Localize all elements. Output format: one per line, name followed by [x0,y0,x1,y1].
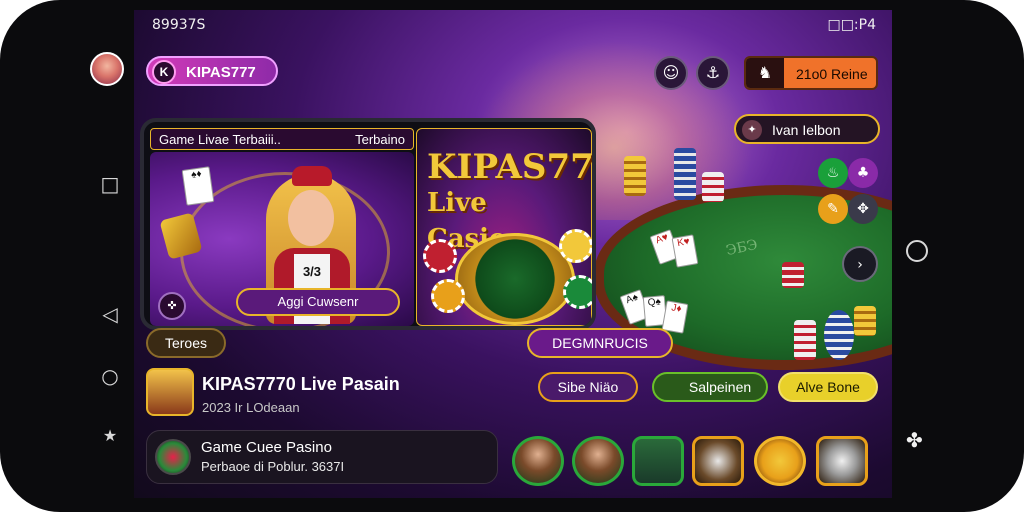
promo-title-line1: KIPAS777 [427,147,594,187]
tag-pill-c[interactable]: Alve Bone [778,372,878,402]
promo-top-bar: Game Livae Terbaiii.. Terbaino [150,128,414,150]
roulette-wheel [455,233,575,325]
playing-card: ♠♦ [181,166,215,206]
game-subtitle: 2023 Ir LOdeaan [202,400,300,415]
dealer-face [288,190,334,246]
feather-icon[interactable]: ✎ [818,194,848,224]
chip-stack [702,172,724,202]
tag-pill-a[interactable]: Sibe Niäo [538,372,638,402]
recent-apps-button[interactable]: □ [96,170,124,198]
casino-chip [423,239,457,273]
promo-top-bar-left: Game Livae Terbaiii.. [159,132,281,147]
game-tile[interactable] [816,436,868,486]
floating-flower-icon[interactable]: ✤ [906,428,923,452]
live-label: Ivan Ielbon [772,122,841,138]
star-button[interactable]: ★ [96,422,124,450]
chip-stack [674,148,696,200]
coin-icon[interactable] [754,436,806,486]
dealer-hat [292,166,332,186]
game-title: KIPAS7770 Live Pasain [202,374,400,394]
brand-icon: K [152,60,176,84]
promo-action-button[interactable]: Aggi Cuwsenr [236,288,400,316]
chip-stack [794,320,816,360]
flame-icon[interactable]: ♨ [818,158,848,188]
brand-label: KIPAS777 [186,64,256,81]
user-icon[interactable]: ☺ [654,56,688,90]
game-card-title: Game Cuee Pasino [201,439,332,456]
clover-icon[interactable]: ♣ [848,158,878,188]
live-button[interactable]: ✦ Ivan Ielbon [734,114,880,144]
game-thumbnail [146,368,194,416]
status-right-text: □□:P4 [827,17,876,33]
status-bar: 89937S □□:P4 [134,10,892,40]
knight-icon: ♞ [746,58,784,88]
anchor-icon[interactable]: ⚓ [696,56,730,90]
tag-pill-b-label: Salpeinen [688,379,752,395]
game-tile[interactable] [632,436,684,486]
featured-game[interactable]: KIPAS7770 Live Pasain 2023 Ir LOdeaan [146,368,486,422]
search-button[interactable]: ○ [96,362,124,390]
chip-stack [824,310,854,360]
casino-chip [431,279,465,313]
game-tile[interactable] [692,436,744,486]
back-button[interactable]: ◁ [96,300,124,328]
tag-pill-b[interactable]: Salpeinen [652,372,768,402]
chip-stack [782,262,804,288]
brand-button[interactable]: K KIPAS777 [146,56,278,86]
promo-banner: KIPAS777 Live Casion [416,128,592,326]
tag-pill-left[interactable]: Teroes [146,328,226,358]
avatar[interactable] [90,52,124,86]
balance-button[interactable]: ♞ 21o0 Reine [744,56,878,90]
chip-stack [854,306,876,336]
tag-pill-center[interactable]: DEGMNRUCIS [527,328,673,358]
balance-label: 21o0 Reine [796,66,868,82]
home-button[interactable] [906,240,928,262]
game-card[interactable]: Game Cuee Pasino Perbaoe di Poblur. 3637… [146,430,498,484]
status-left-text: 89937S [152,17,206,33]
chevron-right-icon[interactable]: › [842,246,878,282]
game-card-subtitle: Perbaoe di Poblur. 3637I [201,459,345,474]
game-logo-icon [155,439,191,475]
move-icon[interactable]: ✥ [848,194,878,224]
promo-menu-icon[interactable]: ✜ [158,292,186,320]
casino-chip [559,229,592,263]
live-icon: ✦ [742,120,762,140]
player-avatar[interactable] [512,436,564,486]
chip-stack [624,156,646,196]
promo-top-bar-right: Terbaino [355,132,405,147]
promo-device[interactable]: Game Livae Terbaiii.. Terbaino 3/3 ♠♦ ✜ … [140,118,596,330]
player-avatar[interactable] [572,436,624,486]
casino-chip [563,275,592,309]
